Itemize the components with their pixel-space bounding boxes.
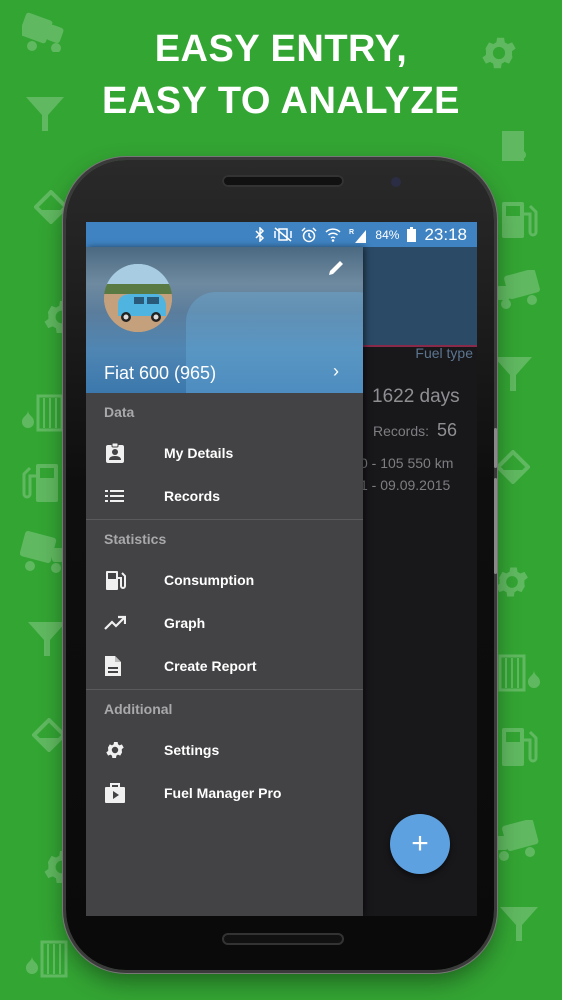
nav-item-graph[interactable]: Graph xyxy=(86,601,363,644)
wifi-icon xyxy=(325,227,341,242)
power-button xyxy=(494,478,497,574)
nav-item-label: Settings xyxy=(164,741,220,758)
truck-icon xyxy=(494,820,540,864)
navigation-drawer: Fiat 600 (965) › Data My Details Records… xyxy=(86,247,363,916)
nav-item-fuel-manager-pro[interactable]: Fuel Manager Pro xyxy=(86,771,363,814)
fuel-pump-icon xyxy=(502,726,538,768)
svg-text:R: R xyxy=(349,229,354,236)
alarm-icon xyxy=(301,226,317,243)
battery-icon xyxy=(407,227,417,242)
list-icon xyxy=(86,488,164,504)
paint-bucket-icon xyxy=(34,190,68,224)
records-label: Records: xyxy=(373,423,430,439)
nav-item-label: My Details xyxy=(164,444,234,461)
play-store-icon xyxy=(86,782,164,804)
fuel-pump-icon xyxy=(22,462,58,504)
chevron-right-icon[interactable]: › xyxy=(333,361,339,382)
paint-bucket-icon xyxy=(32,718,66,752)
nav-item-label: Records xyxy=(164,487,221,504)
nav-item-records[interactable]: Records xyxy=(86,474,363,517)
signal-roaming-icon: R xyxy=(349,227,367,243)
bottom-speaker xyxy=(222,933,344,945)
screen: R 84% 23:18 Fuel type 1622 days Records:… xyxy=(86,222,477,916)
pencil-icon[interactable] xyxy=(327,259,345,282)
vehicle-avatar[interactable] xyxy=(104,264,172,332)
bluetooth-icon xyxy=(255,227,265,242)
section-label-data: Data xyxy=(104,404,135,420)
records-value: 56 xyxy=(437,420,458,440)
status-bar: R 84% 23:18 xyxy=(86,222,477,247)
headline-line-1: EASY ENTRY, xyxy=(154,28,408,70)
drawer-header[interactable]: Fiat 600 (965) › xyxy=(86,247,363,393)
km-range: 0 - 105 550 km xyxy=(360,455,454,471)
filter-icon xyxy=(496,125,532,165)
funnel-icon xyxy=(28,620,66,658)
nav-item-label: Fuel Manager Pro xyxy=(164,784,282,801)
nav-item-label: Create Report xyxy=(164,657,257,674)
document-icon xyxy=(86,655,164,677)
oil-filter-icon xyxy=(20,392,64,434)
date-range: 1 - 09.09.2015 xyxy=(360,477,451,493)
nav-item-my-details[interactable]: My Details xyxy=(86,431,363,474)
fuel-pump-icon xyxy=(502,200,538,240)
vehicle-name: Fiat 600 (965) xyxy=(104,363,217,383)
truck-icon xyxy=(496,270,542,310)
nav-item-create-report[interactable]: Create Report xyxy=(86,644,363,687)
fuel-type-label: Fuel type xyxy=(415,345,473,361)
trending-up-icon xyxy=(86,615,164,631)
nav-item-consumption[interactable]: Consumption xyxy=(86,558,363,601)
oil-filter-icon xyxy=(498,652,542,694)
oil-filter-icon xyxy=(24,938,68,980)
vibrate-off-icon xyxy=(273,227,293,242)
fuel-pump-icon xyxy=(86,569,164,591)
gear-icon xyxy=(492,560,532,604)
clock: 23:18 xyxy=(424,224,467,244)
nav-item-label: Graph xyxy=(164,614,206,631)
section-label-additional: Additional xyxy=(104,701,173,717)
funnel-icon xyxy=(494,355,532,393)
add-icon: + xyxy=(411,827,429,860)
phone-frame: R 84% 23:18 Fuel type 1622 days Records:… xyxy=(66,160,497,970)
section-label-statistics: Statistics xyxy=(104,531,167,547)
front-camera xyxy=(391,177,401,187)
nav-item-label: Consumption xyxy=(164,571,255,588)
earpiece-speaker xyxy=(222,175,344,187)
volume-button xyxy=(494,428,497,468)
badge-icon xyxy=(86,442,164,464)
funnel-icon xyxy=(500,905,538,943)
gear-icon xyxy=(86,739,164,761)
days-value: 1622 days xyxy=(372,386,460,407)
headline-line-2: EASY TO ANALYZE xyxy=(101,80,461,122)
add-record-button[interactable]: + xyxy=(390,814,450,874)
paint-bucket-icon xyxy=(496,450,530,484)
battery-percent: 84% xyxy=(375,227,400,242)
truck-icon xyxy=(20,530,66,574)
nav-item-settings[interactable]: Settings xyxy=(86,728,363,771)
